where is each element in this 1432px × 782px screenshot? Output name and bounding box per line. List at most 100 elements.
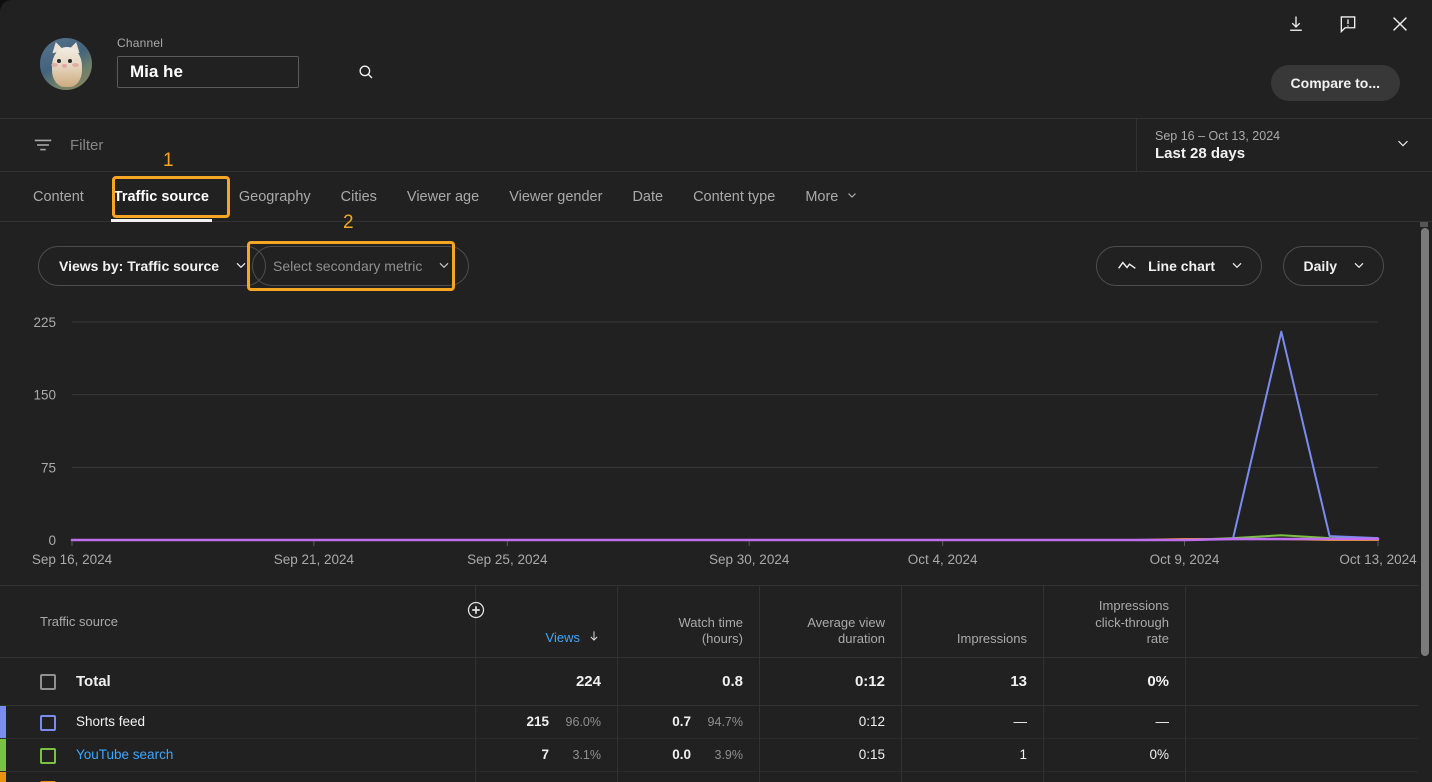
tab-label: Viewer age: [406, 188, 480, 205]
x-axis-tick-label: Sep 21, 2024: [274, 552, 355, 567]
total-ctr: 0%: [1043, 658, 1185, 706]
column-header-watch-time[interactable]: Watch time (hours): [617, 586, 759, 658]
tab-traffic-source[interactable]: Traffic source: [99, 172, 224, 222]
channel-search-input[interactable]: [130, 62, 357, 82]
scrollbar-up-marker: [1420, 222, 1428, 227]
close-icon[interactable]: [1386, 10, 1414, 38]
x-axis-tick-label: Sep 30, 2024: [709, 552, 790, 567]
column-label-2: (hours): [701, 630, 743, 646]
compare-to-button[interactable]: Compare to...: [1270, 65, 1400, 101]
channel-search[interactable]: [117, 56, 373, 88]
tab-label: More: [805, 188, 839, 205]
vertical-scrollbar[interactable]: [1420, 228, 1430, 656]
tab-label: Traffic source: [113, 188, 209, 205]
views-line-chart: 0 75 150 225 Sep 16, 2024 Sep 21, 2024 Sep 25,…: [0, 300, 1418, 580]
filter-bar: Filter Sep 16 – Oct 13, 2024 Last 28 day…: [0, 118, 1432, 172]
chevron-down-icon: [845, 188, 859, 206]
row-views: 7 3.1%: [475, 739, 617, 772]
y-axis-tick-label: 150: [33, 388, 56, 403]
column-label: Views: [545, 629, 580, 645]
row-watch-percent: 94.7%: [707, 714, 743, 729]
scrollbar-thumb[interactable]: [1421, 228, 1429, 656]
row-impressions: —: [901, 706, 1043, 739]
column-label: Traffic source: [40, 613, 119, 629]
tab-viewer-gender[interactable]: Viewer gender: [494, 172, 617, 222]
tab-label: Cities: [340, 188, 377, 205]
x-axis-tick-label: Sep 25, 2024: [467, 552, 548, 567]
column-label-2: duration: [838, 630, 885, 646]
column-label: Average view: [807, 614, 885, 630]
feedback-icon[interactable]: [1334, 10, 1362, 38]
chart-type-label: Line chart: [1148, 258, 1215, 274]
chevron-down-icon: [1229, 257, 1245, 276]
row-spacer: [1185, 706, 1418, 739]
column-header-impressions[interactable]: Impressions: [901, 586, 1043, 658]
column-label: Impressions: [1098, 598, 1169, 614]
tab-viewer-age[interactable]: Viewer age: [392, 172, 494, 222]
secondary-metric-dropdown[interactable]: Select secondary metric: [252, 246, 470, 286]
tab-more[interactable]: More: [790, 172, 874, 222]
row-checkbox[interactable]: [40, 714, 56, 731]
granularity-label: Daily: [1303, 258, 1337, 274]
column-header-traffic-source[interactable]: Traffic source: [0, 586, 475, 658]
row-watch-time: 0.7 94.7%: [617, 706, 759, 739]
date-range-selector[interactable]: Sep 16 – Oct 13, 2024 Last 28 days: [1136, 119, 1432, 171]
analytics-dialog: Channel Compare to... Filter: [0, 0, 1432, 782]
row-checkbox[interactable]: [40, 747, 56, 764]
annotation-number-1: 1: [163, 150, 174, 171]
row-checkbox[interactable]: [40, 674, 56, 690]
table-total-row: Total 224 0.8 0:12 13 0%: [0, 658, 1418, 706]
tab-label: Date: [632, 188, 664, 205]
column-label: Impressions: [956, 630, 1027, 646]
search-icon[interactable]: [357, 63, 375, 81]
secondary-metric-placeholder: Select secondary metric: [273, 258, 423, 274]
tab-label: Geography: [238, 188, 311, 205]
tab-content-type[interactable]: Content type: [678, 172, 790, 222]
total-row-name-cell: Total: [0, 658, 475, 706]
row-color-indicator: [0, 739, 6, 771]
download-icon[interactable]: [1282, 10, 1310, 38]
x-axis-tick-label: Oct 13, 2024: [1339, 552, 1417, 567]
row-label[interactable]: YouTube search: [76, 747, 173, 764]
row-views-value: 7: [541, 747, 549, 763]
x-axis-tick-label: Sep 16, 2024: [32, 552, 113, 567]
row-name-cell[interactable]: Channel pages: [0, 772, 475, 782]
row-spacer: [1185, 772, 1418, 782]
column-header-views[interactable]: Views: [475, 586, 617, 658]
row-views-value: 215: [526, 714, 549, 730]
row-impressions: 1: [901, 739, 1043, 772]
row-watch-value: 0.0: [672, 747, 691, 763]
tab-cities[interactable]: Cities: [326, 172, 392, 222]
table-row[interactable]: Shorts feed 215 96.0% 0.7 94.7% 0:12 — —: [0, 706, 1418, 739]
y-axis-tick-label: 225: [33, 315, 56, 330]
x-axis-tick-label: Oct 9, 2024: [1150, 552, 1220, 567]
traffic-source-table: Traffic source Views Watch time (hours) …: [0, 585, 1418, 782]
tab-geography[interactable]: Geography: [224, 172, 326, 222]
tab-label: Viewer gender: [509, 188, 603, 205]
row-name-cell[interactable]: YouTube search: [0, 739, 475, 772]
total-average-view-duration: 0:12: [759, 658, 901, 706]
annotation-number-2: 2: [343, 212, 354, 233]
row-ctr: 0%: [1043, 772, 1185, 782]
granularity-dropdown[interactable]: Daily: [1282, 246, 1384, 286]
chart-canvas: 0 75 150 225 Sep 16, 2024 Sep 21, 2024 Sep 25,…: [32, 315, 1417, 567]
primary-metric-dropdown[interactable]: Views by: Traffic source: [38, 246, 267, 286]
chevron-down-icon[interactable]: [1394, 134, 1412, 157]
table-row[interactable]: YouTube search 7 3.1% 0.0 3.9% 0:15 1 0%: [0, 739, 1418, 772]
tab-content[interactable]: Content: [18, 172, 99, 222]
chart-type-dropdown[interactable]: Line chart: [1096, 246, 1262, 286]
column-header-ctr[interactable]: Impressions click-through rate: [1043, 586, 1185, 658]
arrow-down-icon: [587, 629, 601, 647]
filter-icon[interactable]: [32, 134, 54, 156]
total-impressions: 13: [901, 658, 1043, 706]
table-row[interactable]: Channel pages 2 0.9% 0.0 1.4% 0:10 12 0%: [0, 772, 1418, 782]
plus-circle-icon[interactable]: [466, 600, 486, 620]
column-header-average-view-duration[interactable]: Average view duration: [759, 586, 901, 658]
total-spacer: [1185, 658, 1418, 706]
tab-date[interactable]: Date: [617, 172, 678, 222]
row-views: 215 96.0%: [475, 706, 617, 739]
row-label: Shorts feed: [76, 714, 146, 730]
chart-series-shorts-feed: [71, 330, 1379, 541]
row-watch-value: 0.7: [672, 714, 691, 730]
row-label: Total: [76, 672, 111, 690]
